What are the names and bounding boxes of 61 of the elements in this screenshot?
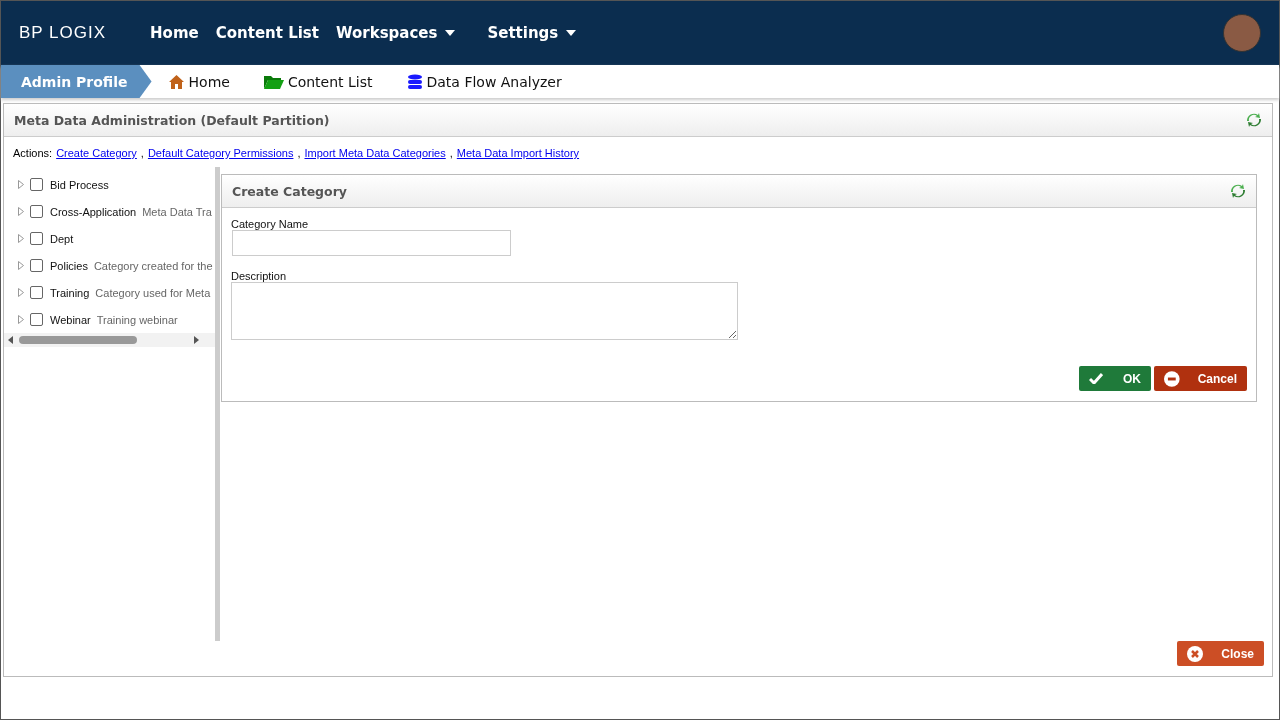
close-icon [1187, 645, 1203, 662]
panel-title: Meta Data Administration (Default Partition) [14, 112, 330, 128]
refresh-icon[interactable] [1230, 183, 1246, 199]
nav-item[interactable]: Home [150, 24, 199, 42]
folder-icon [263, 74, 284, 89]
separator: , [140, 147, 144, 159]
avatar[interactable] [1223, 14, 1261, 52]
caret-icon [566, 30, 577, 36]
expand-icon[interactable] [18, 288, 24, 297]
home-icon [167, 73, 185, 90]
action-link[interactable]: Default Category Permissions [147, 147, 294, 159]
tree-item-description: Meta Data Tra [142, 205, 212, 218]
action-link[interactable]: Create Category [56, 147, 137, 159]
expand-icon[interactable] [18, 207, 24, 216]
checkbox[interactable] [30, 178, 43, 191]
close-button[interactable]: Close [1177, 641, 1264, 666]
checkbox[interactable] [30, 205, 43, 218]
description-field[interactable] [231, 282, 738, 340]
check-icon [1089, 373, 1103, 384]
tree-item-description: Category created for the [93, 259, 213, 272]
breadcrumb-link[interactable]: Home [167, 73, 230, 90]
action-link[interactable]: Meta Data Import History [456, 147, 580, 159]
refresh-icon[interactable] [1246, 112, 1262, 128]
minus-circle-icon [1164, 370, 1180, 387]
caret-icon [445, 30, 456, 36]
tree-item[interactable]: Training [50, 286, 90, 299]
scroll-left-icon[interactable] [8, 336, 13, 344]
logo[interactable]: BP LOGIX [19, 23, 107, 43]
scroll-right-icon[interactable] [194, 336, 199, 344]
actions-label: Actions: [13, 147, 53, 159]
tree-item[interactable]: Webinar [50, 313, 91, 326]
field-label: Category Name [231, 218, 310, 230]
nav-item[interactable]: Settings [487, 24, 577, 42]
breadcrumb-link[interactable]: Content List [263, 73, 373, 90]
checkbox[interactable] [30, 313, 43, 326]
separator: , [297, 147, 301, 159]
tree-item-description: Category used for Meta [95, 286, 211, 299]
form-title: Create Category [232, 183, 347, 199]
expand-icon[interactable] [18, 315, 24, 324]
checkbox[interactable] [30, 232, 43, 245]
field-label: Description [231, 270, 288, 282]
nav-item[interactable]: Content List [215, 24, 319, 42]
tree-item[interactable]: Dept [50, 232, 74, 245]
input-field[interactable] [232, 230, 511, 256]
ok-button[interactable]: OK [1079, 366, 1151, 391]
cancel-button[interactable]: Cancel [1154, 366, 1247, 391]
separator: , [449, 147, 453, 159]
checkbox[interactable] [30, 286, 43, 299]
database-icon [406, 73, 423, 90]
expand-icon[interactable] [18, 261, 24, 270]
action-link[interactable]: Import Meta Data Categories [304, 147, 446, 159]
expand-icon[interactable] [18, 180, 24, 189]
tree-item[interactable]: Policies [50, 259, 88, 272]
expand-icon[interactable] [18, 234, 24, 243]
tree-item[interactable]: Cross-Application [50, 205, 137, 218]
tree-item-description: Training webinar [96, 313, 178, 326]
breadcrumb-link[interactable]: Data Flow Analyzer [406, 73, 562, 90]
nav-item[interactable]: Workspaces [335, 24, 456, 42]
checkbox[interactable] [30, 259, 43, 272]
horizontal-scrollbar[interactable] [4, 333, 215, 347]
tree-item[interactable]: Bid Process [50, 178, 109, 191]
